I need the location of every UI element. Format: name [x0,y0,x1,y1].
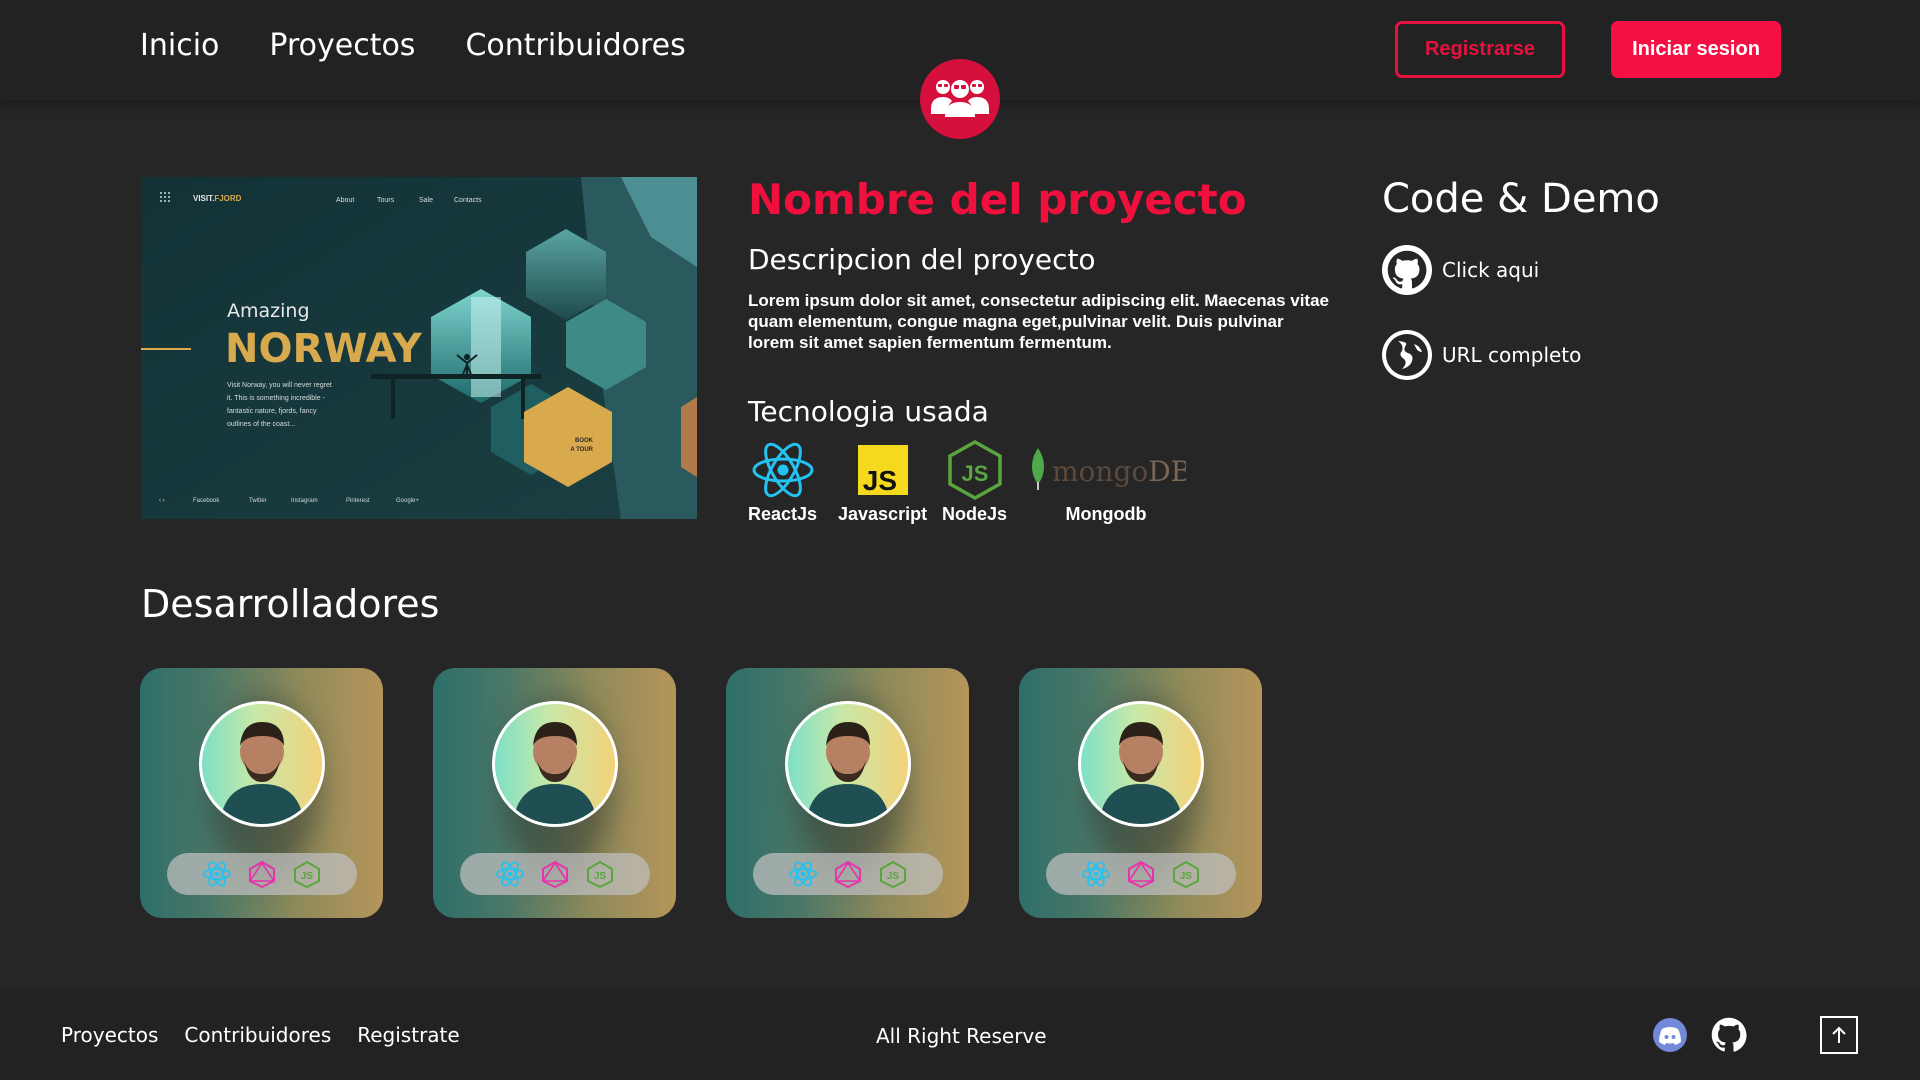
svg-text:Google+: Google+ [396,498,419,504]
svg-text:A TOUR: A TOUR [570,447,593,453]
avatar [492,701,618,827]
react-icon [752,442,814,498]
developer-stack: JS [167,853,357,895]
team-icon [931,80,989,117]
footer-link-proyectos[interactable]: Proyectos [61,1023,158,1047]
svg-text:JS: JS [1180,871,1193,882]
svg-text:Tours: Tours [377,197,395,204]
developer-card[interactable]: JS [1019,668,1262,918]
svg-text:‹ ›: ‹ › [159,498,165,504]
footer-nav: Proyectos Contribuidores Registrate [61,1023,460,1047]
svg-text:it. This is something incredib: it. This is something incredible - [227,395,326,402]
demo-link[interactable]: URL completo [1382,330,1581,380]
repo-link-label: Click aqui [1442,258,1540,282]
code-demo-heading: Code & Demo [1382,176,1660,222]
tech-label: Javascript [838,504,928,524]
nodejs-icon: JS [1173,860,1199,888]
react-icon [496,861,524,887]
svg-text:Contacts: Contacts [454,197,482,204]
globe-icon [1382,330,1432,380]
login-button[interactable]: Iniciar sesion [1611,21,1781,78]
register-button[interactable]: Registrarse [1395,21,1565,78]
svg-text:JS: JS [301,871,314,882]
main-nav: Inicio Proyectos Contribuidores [140,28,686,63]
repo-link[interactable]: Click aqui [1382,245,1539,295]
graphql-icon [248,860,276,888]
scroll-top-button[interactable] [1820,1016,1858,1054]
avatar [199,701,325,827]
svg-text:fantastic nature, fjords, fanc: fantastic nature, fjords, fancy [227,408,317,415]
project-title: Nombre del proyecto [748,175,1247,224]
svg-text:JS: JS [594,871,607,882]
svg-text:Visit Norway, you will never r: Visit Norway, you will never regret [227,382,332,389]
graphql-icon [1127,860,1155,888]
react-icon [1082,861,1110,887]
developer-stack: JS [753,853,943,895]
svg-text:NORWAY: NORWAY [225,326,423,372]
developers-heading: Desarrolladores [141,582,440,626]
description-heading: Descripcion del proyecto [748,243,1096,276]
svg-text:Instagram: Instagram [291,498,318,504]
technology-heading: Tecnologia usada [748,395,989,428]
svg-text:About: About [336,197,354,204]
developer-card[interactable]: JS [726,668,969,918]
discord-icon[interactable] [1652,1017,1688,1053]
svg-text:JS: JS [862,465,896,496]
project-screenshot: BOOK A TOUR VISIT.FJORD About Tours Sale… [141,177,697,519]
nodejs-icon: JS [587,860,613,888]
avatar [1078,701,1204,827]
nodejs-icon: JS [947,440,1002,500]
github-icon[interactable] [1711,1017,1747,1053]
developer-stack: JS [460,853,650,895]
description-text: Lorem ipsum dolor sit amet, consectetur … [748,291,1330,352]
svg-text:Pinterest: Pinterest [346,498,370,504]
developer-card[interactable]: JS [140,668,383,918]
tech-label: Mongodb [1065,504,1147,524]
developer-card[interactable]: JS [433,668,676,918]
nodejs-icon: JS [880,860,906,888]
svg-text:JS: JS [887,871,900,882]
react-icon [203,861,231,887]
footer-link-contribuidores[interactable]: Contribuidores [184,1023,331,1047]
svg-text:BOOK: BOOK [575,438,594,444]
nav-link-inicio[interactable]: Inicio [140,28,219,63]
arrow-up-icon [1832,1026,1846,1043]
svg-text:mongoDB: mongoDB [1052,455,1186,488]
demo-link-label: URL completo [1442,343,1582,367]
nodejs-icon: JS [294,860,320,888]
svg-text:VISIT.FJORD: VISIT.FJORD [193,194,242,203]
tech-javascript: JS Javascript [838,440,927,525]
nav-link-proyectos[interactable]: Proyectos [269,28,415,63]
tech-label: ReactJs [748,504,818,524]
footer-link-registrate[interactable]: Registrate [357,1023,459,1047]
github-icon [1382,245,1432,295]
react-icon [789,861,817,887]
svg-text:Facebook: Facebook [193,498,220,504]
developer-stack: JS [1046,853,1236,895]
nav-link-contribuidores[interactable]: Contribuidores [465,28,685,63]
svg-text:Twitter: Twitter [249,498,267,504]
team-logo[interactable] [920,59,1000,139]
svg-text:outlines of the coast...: outlines of the coast... [227,421,295,428]
tech-mongodb: mongoDB Mongodb [1026,440,1186,525]
tech-nodejs: JS NodeJs [942,440,1007,525]
tech-react: ReactJs [748,440,817,525]
graphql-icon [834,860,862,888]
avatar [785,701,911,827]
svg-text:Amazing: Amazing [227,300,310,322]
copyright-text: All Right Reserve [876,1024,1047,1048]
mongodb-icon: mongoDB [1032,448,1186,490]
svg-text:JS: JS [961,461,988,486]
javascript-icon: JS [857,445,908,496]
graphql-icon [541,860,569,888]
tech-label: NodeJs [942,504,1008,524]
svg-text:Sale: Sale [419,197,433,204]
